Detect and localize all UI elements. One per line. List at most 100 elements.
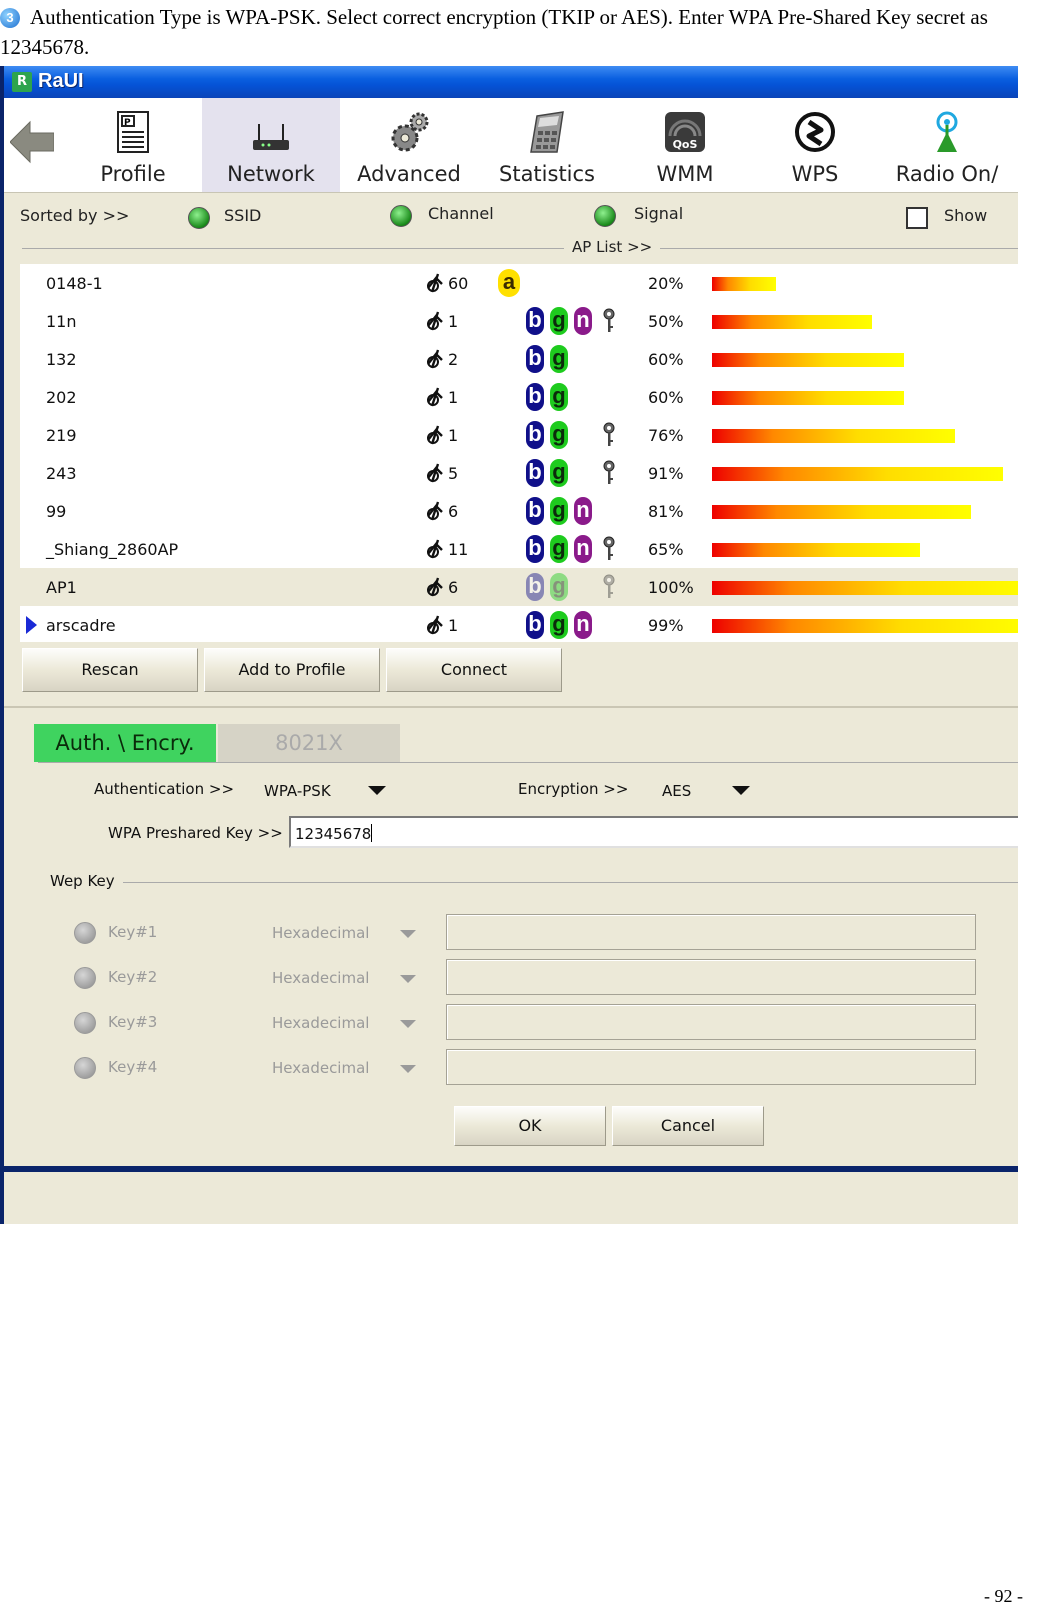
ap-row[interactable]: AP1 6 b g 100% <box>20 568 1018 606</box>
ap-ssid: arscadre <box>46 616 116 635</box>
mode-n-icon: n <box>574 535 592 563</box>
wep-key-format[interactable]: Hexadecimal <box>272 1014 369 1032</box>
main-toolbar: P Profile Network Advanced Statistics Qo… <box>4 98 1018 193</box>
tab-underline <box>38 762 1018 763</box>
mode-g-icon: g <box>550 307 568 335</box>
sort-channel-radio[interactable] <box>390 205 412 227</box>
ap-ssid: 99 <box>46 502 67 521</box>
qos-icon: QoS <box>665 112 705 152</box>
wep-key-radio[interactable] <box>74 1057 96 1079</box>
mode-b-icon: b <box>526 383 544 411</box>
signal-bar <box>712 505 971 519</box>
wep-key-name: Key#1 <box>108 923 158 941</box>
wep-key-format[interactable]: Hexadecimal <box>272 924 369 942</box>
tab-auth-encry[interactable]: Auth. \ Encry. <box>34 724 216 762</box>
toolbar-wmm[interactable]: QoS WMM <box>616 98 754 192</box>
ap-channel: 6 <box>448 578 459 597</box>
mode-g-icon: g <box>550 573 568 601</box>
ap-row[interactable]: 219 1 b g 76% <box>20 416 1018 454</box>
ap-channel: 11 <box>448 540 469 559</box>
channel-antenna-icon <box>424 574 446 598</box>
tab-8021x[interactable]: 8021X <box>218 724 400 762</box>
instruction-sentence: Authentication Type is WPA-PSK. Select c… <box>0 5 988 59</box>
ap-ssid: 243 <box>46 464 77 483</box>
wep-format-dropdown-icon[interactable] <box>400 1065 416 1073</box>
ap-row[interactable]: 11n 1 b g n 50% <box>20 302 1018 340</box>
toolbar-radio[interactable]: Radio On/ <box>878 98 1016 192</box>
authentication-select-value[interactable]: WPA-PSK <box>264 782 331 800</box>
ap-row[interactable]: 99 6 b g n 81% <box>20 492 1018 530</box>
ap-signal: 81% <box>648 502 684 521</box>
add-to-profile-button[interactable]: Add to Profile <box>204 648 380 692</box>
mode-b-icon: b <box>526 535 544 563</box>
toolbar-network[interactable]: Network <box>202 98 340 192</box>
sort-signal-label: Signal <box>634 204 684 223</box>
wep-key-name: Key#3 <box>108 1013 158 1031</box>
channel-antenna-icon <box>424 346 446 370</box>
ap-row[interactable]: _Shiang_2860AP 11 b g n 65% <box>20 530 1018 568</box>
mode-n-icon: n <box>574 497 592 525</box>
ap-ssid: 0148-1 <box>46 274 103 293</box>
sort-ssid-radio[interactable] <box>188 207 210 229</box>
show-checkbox[interactable] <box>906 207 928 229</box>
encryption-dropdown-icon[interactable] <box>732 786 750 795</box>
ap-ssid: _Shiang_2860AP <box>46 540 179 559</box>
channel-antenna-icon <box>424 612 446 636</box>
lock-key-icon <box>602 308 616 334</box>
qos-badge: QoS <box>673 138 698 151</box>
channel-antenna-icon <box>424 308 446 332</box>
wep-format-dropdown-icon[interactable] <box>400 1020 416 1028</box>
ap-ssid: 202 <box>46 388 77 407</box>
sort-signal-radio[interactable] <box>594 205 616 227</box>
toolbar-profile-label: Profile <box>100 162 166 186</box>
signal-bar <box>712 315 872 329</box>
mode-b-icon: b <box>526 307 544 335</box>
ap-row[interactable]: 243 5 b g 91% <box>20 454 1018 492</box>
ok-button[interactable]: OK <box>454 1106 606 1146</box>
ap-list[interactable]: 0148-1 60 a 20% 11n 1 b g n 50% 132 2 b g 60% 202 1 b g 60%… <box>20 264 1018 642</box>
ap-channel: 6 <box>448 502 459 521</box>
psk-input[interactable]: 12345678 <box>289 816 1018 848</box>
encryption-select-value[interactable]: AES <box>662 782 691 800</box>
toolbar-profile[interactable]: P Profile <box>64 98 202 192</box>
wep-key-input[interactable] <box>446 959 976 995</box>
wep-key-format[interactable]: Hexadecimal <box>272 1059 369 1077</box>
toolbar-advanced[interactable]: Advanced <box>340 98 478 192</box>
wep-key-label: Wep Key <box>50 872 123 890</box>
wep-key-input[interactable] <box>446 1049 976 1085</box>
mode-b-icon: b <box>526 345 544 373</box>
signal-bar <box>712 619 1018 633</box>
wep-format-dropdown-icon[interactable] <box>400 975 416 983</box>
wep-key-radio[interactable] <box>74 967 96 989</box>
calculator-icon <box>530 111 564 153</box>
connect-button[interactable]: Connect <box>386 648 562 692</box>
wep-key-radio[interactable] <box>74 922 96 944</box>
channel-antenna-icon <box>424 384 446 408</box>
back-arrow-icon[interactable] <box>10 120 54 164</box>
mode-g-icon: g <box>550 383 568 411</box>
authentication-label: Authentication >> <box>94 780 235 798</box>
page-number: - 92 - <box>984 1586 1023 1606</box>
antenna-icon <box>936 111 958 152</box>
wep-format-dropdown-icon[interactable] <box>400 930 416 938</box>
mode-b-icon: b <box>526 573 544 601</box>
ap-channel: 2 <box>448 350 459 369</box>
ap-row[interactable]: 202 1 b g 60% <box>20 378 1018 416</box>
ap-row[interactable]: 0148-1 60 a 20% <box>20 264 1018 302</box>
signal-bar <box>712 429 955 443</box>
wep-key-name: Key#2 <box>108 968 158 986</box>
ap-row[interactable]: 132 2 b g 60% <box>20 340 1018 378</box>
wep-key-input[interactable] <box>446 1004 976 1040</box>
wep-key-format[interactable]: Hexadecimal <box>272 969 369 987</box>
wep-key-input[interactable] <box>446 914 976 950</box>
psk-value: 12345678 <box>295 825 372 843</box>
title-bar[interactable]: R RaUI <box>4 66 1018 98</box>
toolbar-wps[interactable]: WPS <box>746 98 884 192</box>
mode-b-icon: b <box>526 459 544 487</box>
authentication-dropdown-icon[interactable] <box>368 786 386 795</box>
toolbar-statistics[interactable]: Statistics <box>478 98 616 192</box>
wep-key-radio[interactable] <box>74 1012 96 1034</box>
cancel-button[interactable]: Cancel <box>612 1106 764 1146</box>
ap-row[interactable]: arscadre 1 b g n 99% <box>20 606 1018 644</box>
rescan-button[interactable]: Rescan <box>22 648 198 692</box>
